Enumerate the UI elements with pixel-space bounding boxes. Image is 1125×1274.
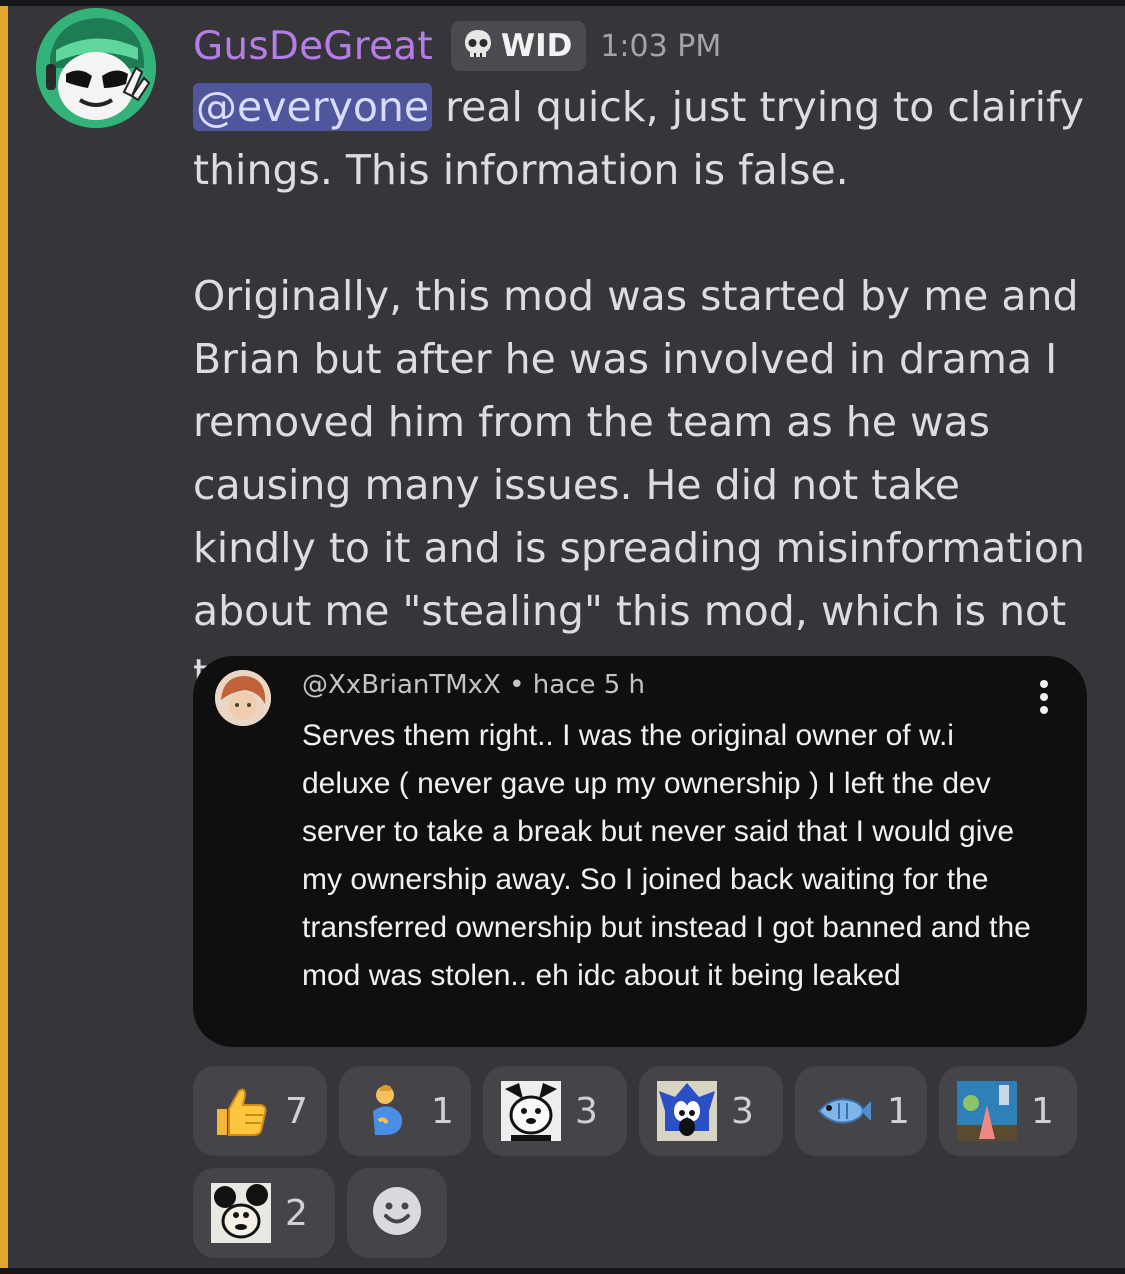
server-tag-text: WID: [500, 28, 573, 64]
reaction-blowfish[interactable]: 1: [795, 1066, 927, 1156]
mention-highlight-bar: [0, 6, 8, 1268]
comment-author: @XxBrianTMxX: [302, 670, 501, 700]
message-paragraph-2: Originally, this mod was started by me a…: [193, 272, 1085, 698]
pregnant-man-icon: [357, 1081, 417, 1141]
username[interactable]: GusDeGreat: [193, 24, 433, 69]
reaction-count: 1: [887, 1090, 910, 1132]
comment-text: Serves them right.. I was the original o…: [302, 719, 1031, 992]
message-paragraph-1: @everyone real quick, just trying to cla…: [193, 76, 1093, 202]
comment-author-avatar: [215, 670, 271, 726]
reaction-patrick-meme[interactable]: 1: [939, 1066, 1077, 1156]
reaction-mickey-face[interactable]: 2: [193, 1168, 335, 1258]
message-content: @everyone real quick, just trying to cla…: [193, 76, 1093, 706]
patrick-meme-icon: [957, 1081, 1017, 1141]
reaction-count: 3: [575, 1090, 598, 1132]
timestamp: 1:03 PM: [600, 28, 722, 64]
reaction-count: 2: [285, 1192, 308, 1234]
thumbs-up-icon: [211, 1081, 271, 1141]
reactions-bar: 7 1 3 3 1 1 2: [193, 1066, 1093, 1270]
reaction-count: 1: [1031, 1090, 1054, 1132]
reaction-pregnant-man[interactable]: 1: [339, 1066, 471, 1156]
reaction-count: 1: [431, 1090, 454, 1132]
reaction-sonic-face[interactable]: 3: [639, 1066, 783, 1156]
user-avatar[interactable]: [36, 8, 156, 128]
sonic-face-icon: [657, 1081, 717, 1141]
everyone-mention[interactable]: @everyone: [193, 83, 433, 131]
reaction-thumbs-up[interactable]: 7: [193, 1066, 327, 1156]
message-header: GusDeGreat WID 1:03 PM: [193, 20, 721, 72]
reaction-cartoon-face[interactable]: 3: [483, 1066, 627, 1156]
cartoon-face-icon: [501, 1081, 561, 1141]
comment-time: hace 5 h: [532, 670, 646, 700]
more-options-icon: [1039, 680, 1049, 714]
comment-meta: @XxBrianTMxX • hace 5 h: [302, 670, 645, 700]
server-tag[interactable]: WID: [450, 21, 587, 71]
mickey-face-icon: [211, 1183, 271, 1243]
reaction-count: 3: [731, 1090, 754, 1132]
smiley-icon: [371, 1185, 423, 1241]
message-container: GusDeGreat WID 1:03 PM @everyone real qu…: [0, 6, 1125, 1268]
embedded-image[interactable]: @XxBrianTMxX • hace 5 h Serves them righ…: [193, 656, 1087, 1047]
reaction-count: 7: [285, 1090, 308, 1132]
comment-separator: •: [509, 670, 525, 700]
blowfish-icon: [813, 1081, 873, 1141]
skull-icon: [461, 27, 495, 65]
add-reaction-button[interactable]: [347, 1168, 447, 1258]
